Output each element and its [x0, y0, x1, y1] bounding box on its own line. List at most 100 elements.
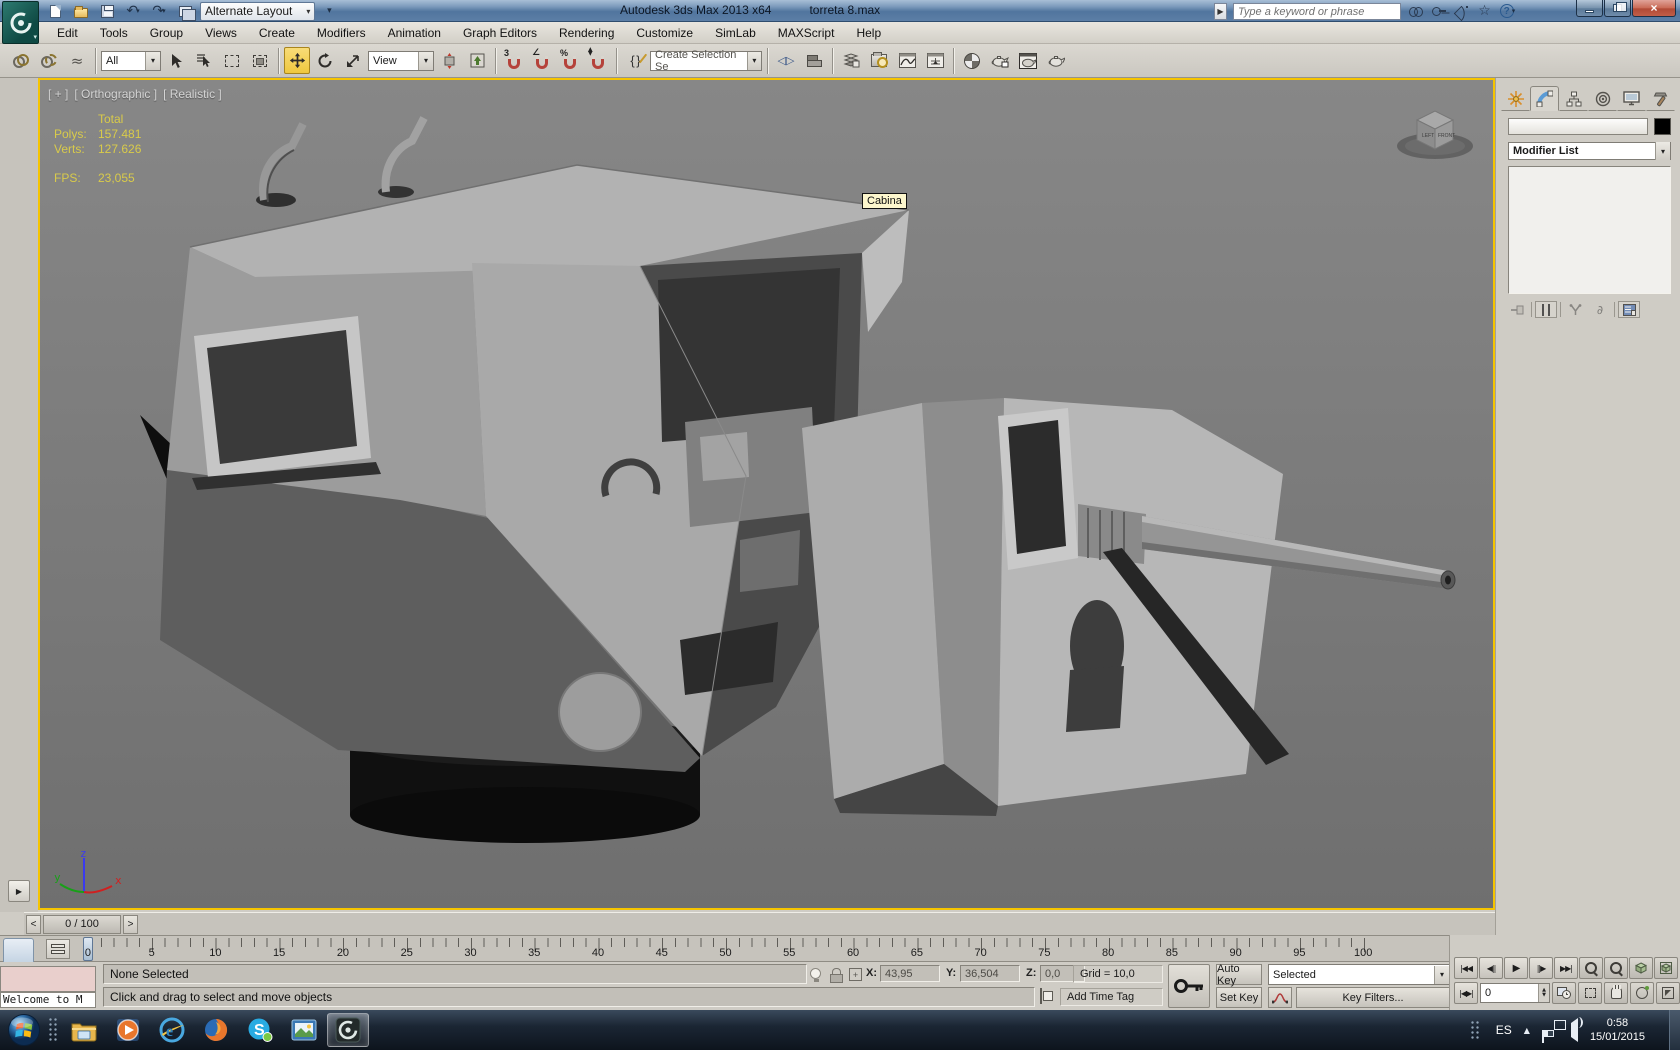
configure-modifier-sets-icon[interactable] [1618, 301, 1640, 318]
rectangular-selection-region-icon[interactable] [219, 47, 245, 74]
render-production-icon[interactable] [1043, 47, 1069, 74]
infocenter-expand-icon[interactable]: ▶ [1214, 2, 1227, 20]
tab-display[interactable] [1617, 86, 1646, 111]
next-frame-arrow[interactable]: > [123, 914, 138, 934]
macro-recorder-pane[interactable] [0, 966, 96, 992]
select-and-rotate-icon[interactable] [312, 47, 338, 74]
open-file-button[interactable] [70, 2, 92, 21]
tab-modify[interactable] [1530, 86, 1559, 111]
menu-item[interactable]: Views [194, 24, 248, 42]
selection-lock-toggle-icon[interactable] [830, 968, 842, 982]
orbit-icon[interactable] [1630, 982, 1654, 1004]
play-button[interactable]: ▶ [1504, 957, 1528, 979]
angle-snap-toggle-icon[interactable]: ∠ [529, 47, 555, 74]
menu-item[interactable]: Group [139, 24, 194, 42]
key-mode-toggle-button[interactable]: |◀▶| [1454, 982, 1478, 1004]
tab-create[interactable] [1501, 86, 1530, 111]
taskbar-explorer-icon[interactable] [63, 1013, 105, 1047]
search-box[interactable] [1233, 2, 1401, 20]
next-frame-button[interactable]: ||▶ [1529, 957, 1553, 979]
coord-y-field[interactable]: 36,504 [960, 965, 1020, 982]
taskbar-photo-viewer-icon[interactable] [283, 1013, 325, 1047]
selection-filter-dropdown[interactable]: All ▾ [101, 50, 161, 71]
add-time-tag-button[interactable]: Add Time Tag [1060, 988, 1163, 1006]
bind-to-space-warp-icon[interactable]: ≈ [64, 47, 90, 74]
key-mode-dropdown[interactable]: Selected ▾ [1268, 964, 1450, 985]
language-indicator[interactable]: ES [1496, 1023, 1512, 1037]
named-selection-sets-dropdown[interactable]: Create Selection Se ▾ [650, 49, 762, 73]
schematic-view-icon[interactable] [922, 47, 948, 74]
modifier-list-dropdown[interactable]: Modifier List ▾ [1508, 142, 1671, 160]
menu-item[interactable]: MAXScript [767, 24, 846, 42]
render-setup-icon[interactable] [987, 47, 1013, 74]
zoom-icon[interactable] [1579, 957, 1603, 979]
unlink-selection-icon[interactable] [36, 47, 62, 74]
go-to-end-button[interactable]: ▶▶| [1554, 957, 1578, 979]
tab-utilities[interactable] [1646, 86, 1675, 111]
curve-editor-icon[interactable] [894, 47, 920, 74]
start-button[interactable] [4, 1010, 44, 1050]
spinner-snap-toggle-icon[interactable]: ▲ ▼ [585, 47, 611, 74]
select-and-manipulate-icon[interactable] [464, 47, 490, 74]
workspace-selector[interactable]: Alternate Layout ▾ [200, 1, 316, 21]
frame-spinner[interactable]: ▲ ▼ [1538, 984, 1549, 1002]
reference-coordinate-system-dropdown[interactable]: View ▾ [368, 50, 434, 71]
align-icon[interactable] [801, 47, 827, 74]
taskbar-skype-icon[interactable]: S [239, 1013, 281, 1047]
menu-item[interactable]: Help [845, 24, 892, 42]
zoom-all-icon[interactable] [1604, 957, 1628, 979]
absolute-offset-mode-toggle-icon[interactable]: + [849, 968, 862, 981]
taskbar-media-player-icon[interactable] [107, 1013, 149, 1047]
isolate-selection-toggle-icon[interactable] [810, 968, 822, 982]
menu-item[interactable]: Rendering [548, 24, 625, 42]
show-desktop-button[interactable] [1669, 1010, 1680, 1050]
new-scene-button[interactable] [44, 2, 66, 21]
viewport-layout-tab[interactable] [3, 938, 34, 965]
search-icon[interactable] [1407, 3, 1424, 20]
redo-button[interactable]: ↷ ▾ [148, 2, 170, 21]
set-keys-button[interactable] [1168, 964, 1210, 1008]
select-and-scale-icon[interactable] [340, 47, 366, 74]
edit-named-selection-sets-icon[interactable]: { } [622, 47, 648, 74]
field-of-view-region-icon[interactable] [1578, 982, 1602, 1004]
make-unique-icon[interactable] [1564, 301, 1586, 318]
taskbar-3dsmax-icon[interactable] [327, 1013, 369, 1047]
maximize-viewport-toggle-icon[interactable] [1656, 982, 1680, 1004]
snaps-toggle-icon[interactable]: 3 [501, 47, 527, 74]
percent-snap-toggle-icon[interactable]: % [557, 47, 583, 74]
default-in-out-tangents-icon[interactable] [1268, 987, 1292, 1008]
maxscript-mini-listener[interactable]: Welcome to M [0, 992, 96, 1008]
search-input[interactable] [1238, 5, 1396, 18]
material-editor-icon[interactable] [959, 47, 985, 74]
previous-frame-arrow[interactable]: < [26, 914, 41, 934]
viewport-canvas[interactable]: [ + ] [ Orthographic ] [ Realistic ] Tot… [38, 78, 1495, 910]
window-crossing-toggle-icon[interactable] [247, 47, 273, 74]
time-slider-handle[interactable]: 0 / 100 [43, 914, 121, 934]
menu-item[interactable]: Graph Editors [452, 24, 548, 42]
time-configuration-icon[interactable] [1552, 982, 1576, 1004]
zoom-extents-all-icon[interactable] [1654, 957, 1678, 979]
rendered-frame-window-icon[interactable] [1015, 47, 1041, 74]
taskbar-firefox-icon[interactable] [195, 1013, 237, 1047]
taskbar-clock[interactable]: 0:58 15/01/2015 [1590, 1016, 1645, 1044]
auto-key-button[interactable]: Auto Key [1216, 963, 1262, 987]
toolbar-options-button[interactable]: ▾ [319, 2, 341, 21]
modifier-stack-list[interactable] [1508, 166, 1671, 294]
tab-hierarchy[interactable] [1559, 86, 1588, 111]
communication-center-icon[interactable] [1453, 3, 1470, 20]
volume-icon[interactable] [1565, 1018, 1578, 1042]
viewcube[interactable]: LEFT FRONT [1393, 100, 1477, 162]
subscription-key-icon[interactable] [1430, 3, 1447, 20]
go-to-start-button[interactable]: |◀◀ [1454, 957, 1478, 979]
menu-item[interactable]: Edit [46, 24, 89, 42]
show-end-result-icon[interactable] [1535, 301, 1557, 318]
undo-button[interactable]: ↶ ▾ [122, 2, 144, 21]
remove-modifier-icon[interactable]: ∂ [1589, 301, 1611, 318]
menu-item[interactable]: SimLab [704, 24, 767, 42]
select-object-icon[interactable] [163, 47, 189, 74]
mirror-icon[interactable]: ◁▷ [773, 47, 799, 74]
object-color-swatch[interactable] [1654, 118, 1671, 135]
minimize-button[interactable] [1576, 0, 1603, 17]
taskbar-internet-explorer-icon[interactable]: e [151, 1013, 193, 1047]
viewport-shading-menu[interactable]: [ Realistic ] [163, 87, 222, 101]
